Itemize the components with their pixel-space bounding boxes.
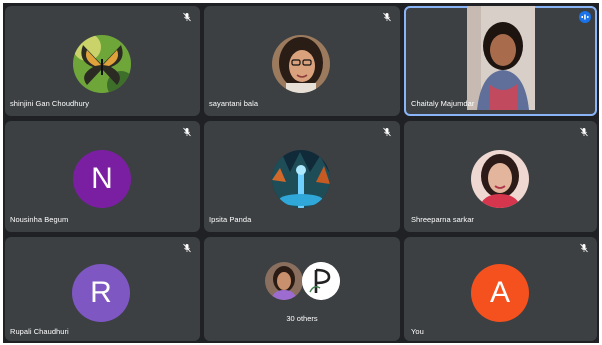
others-tile[interactable]: 30 others xyxy=(204,237,400,341)
woman-avatar xyxy=(471,150,529,208)
avatar-letter: A xyxy=(489,276,510,309)
mic-off-icon xyxy=(183,12,191,22)
mic-off-icon xyxy=(580,127,588,137)
self-tile[interactable]: A You xyxy=(404,237,597,341)
participant-tile[interactable]: R Rupali Chaudhuri xyxy=(5,237,200,341)
participant-tile[interactable]: Shreeparna sarkar xyxy=(404,121,597,232)
participant-tile[interactable]: Ipsita Panda xyxy=(204,121,400,232)
others-avatar-photo xyxy=(265,262,303,300)
letter-avatar: R xyxy=(72,264,130,322)
participant-name: Chaitaly Majumdar xyxy=(411,99,475,108)
butterfly-avatar xyxy=(73,35,131,93)
woman-glasses-avatar xyxy=(272,35,330,93)
participant-video xyxy=(467,6,535,110)
participant-name: Nousinha Begum xyxy=(10,215,69,224)
participant-name: Rupali Chaudhuri xyxy=(10,327,69,336)
participant-name: Ipsita Panda xyxy=(209,215,252,224)
participant-tile-active[interactable]: Chaitaly Majumdar xyxy=(404,6,597,116)
mic-off-icon xyxy=(383,12,391,22)
mic-off-icon xyxy=(183,243,191,253)
participant-name: shinjini Gan Choudhury xyxy=(10,99,90,108)
meeting-grid: shinjini Gan Choudhury sayantani bala Ch… xyxy=(3,3,599,343)
participant-name: Shreeparna sarkar xyxy=(411,215,474,224)
participant-tile[interactable]: shinjini Gan Choudhury xyxy=(5,6,200,116)
mic-off-icon xyxy=(383,127,391,137)
participant-tile[interactable]: sayantani bala xyxy=(204,6,400,116)
participant-name: sayantani bala xyxy=(209,99,259,108)
mic-off-icon xyxy=(183,127,191,137)
letter-avatar: N xyxy=(73,150,131,208)
audio-bars-icon xyxy=(579,11,591,23)
others-avatar-logo xyxy=(302,262,340,300)
letter-avatar: A xyxy=(471,264,529,322)
avatar-letter: N xyxy=(91,162,113,195)
others-count: 30 others xyxy=(286,314,318,323)
forest-avatar xyxy=(272,150,330,208)
mic-off-icon xyxy=(580,243,588,253)
participant-tile[interactable]: N Nousinha Begum xyxy=(5,121,200,232)
avatar-letter: R xyxy=(90,276,112,309)
participant-name: You xyxy=(411,327,424,336)
